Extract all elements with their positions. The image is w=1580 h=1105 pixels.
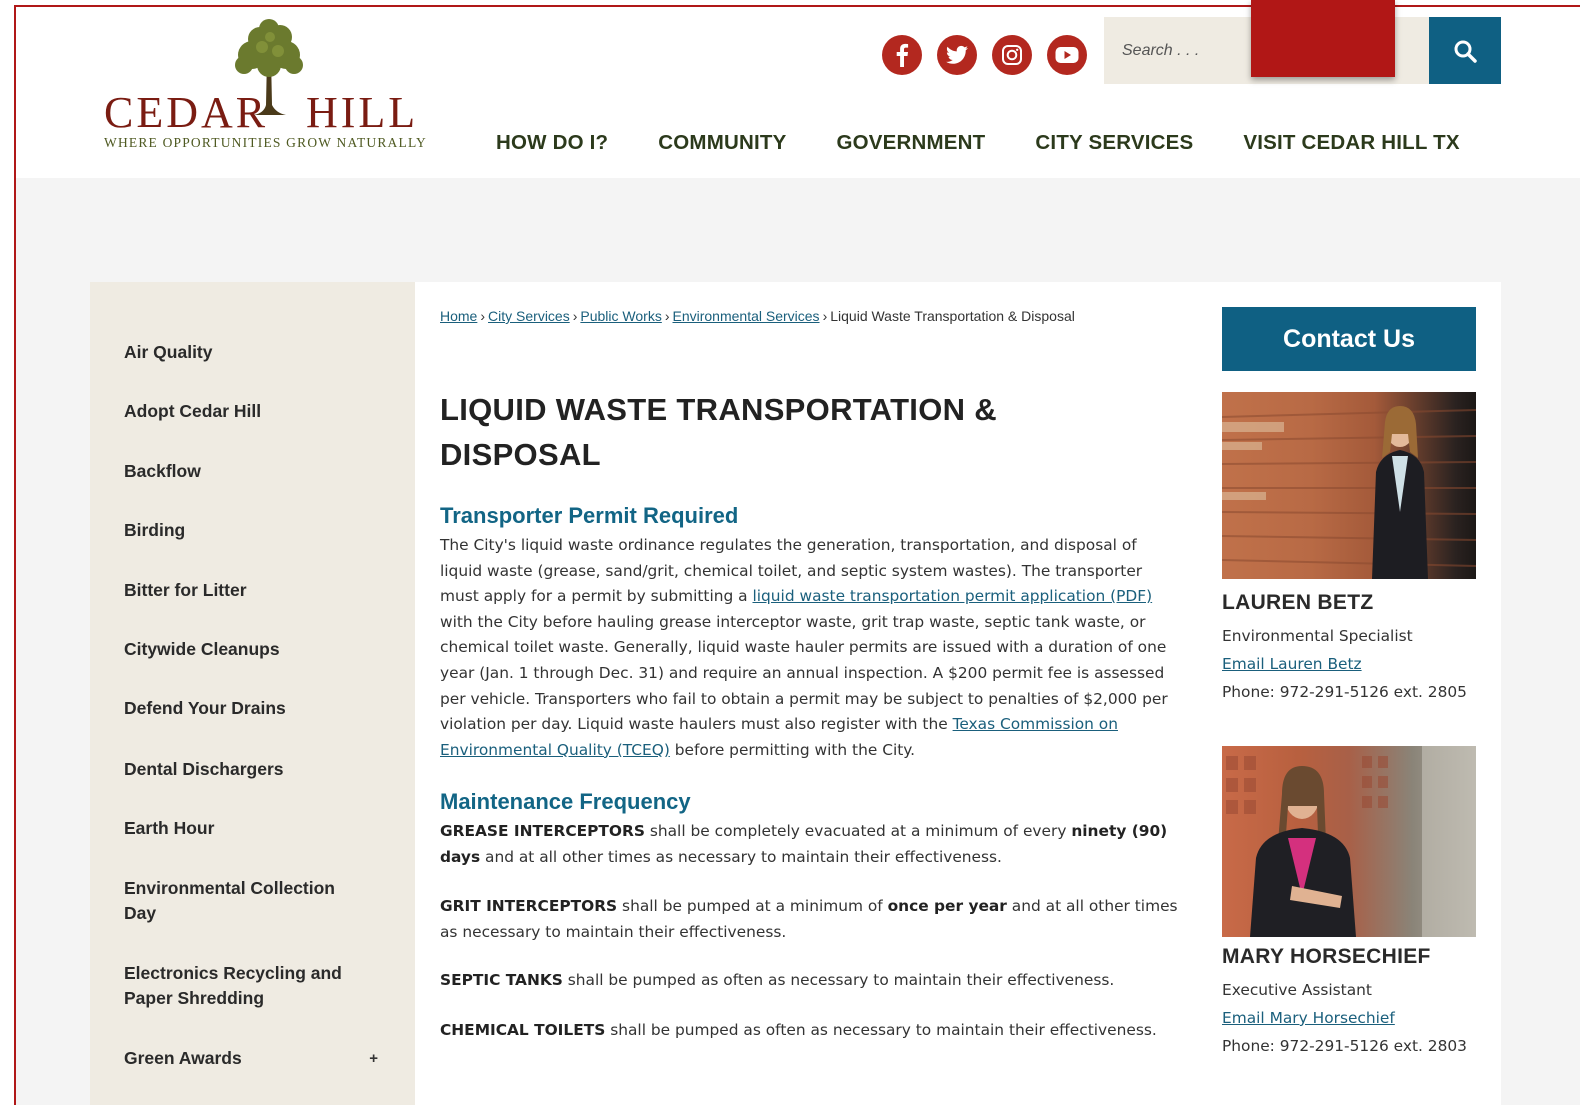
grease-text: shall be completely evacuated at a minim… xyxy=(644,822,1072,840)
main-content: Home › City Services › Public Works › Environm… xyxy=(440,305,1180,1039)
search-button[interactable] xyxy=(1429,17,1501,84)
grease-paragraph: GREASE INTERCEPTORS shall be completely … xyxy=(440,819,1180,870)
twitter-icon[interactable] xyxy=(937,35,977,75)
sidebar-item-air-quality[interactable]: Air Quality xyxy=(124,340,404,365)
person-phone: Phone: 972-291-5126 ext. 2805 xyxy=(1222,683,1467,701)
sidebar-item-citywide-cleanups[interactable]: Citywide Cleanups xyxy=(124,637,404,662)
breadcrumb-separator: › xyxy=(572,308,578,324)
contact-column: Contact Us LAUREN BETZ Environmental Spe… xyxy=(1222,307,1476,1055)
sidebar-nav: Air Quality Adopt Cedar Hill Backflow Bi… xyxy=(90,282,415,1105)
sidebar-item-earth-hour[interactable]: Earth Hour xyxy=(124,816,404,841)
email-link[interactable]: Email Mary Horsechief xyxy=(1222,1009,1395,1027)
person-name: LAUREN BETZ xyxy=(1222,591,1374,614)
person-email: Email Lauren Betz xyxy=(1222,655,1476,673)
sidebar-item-birding[interactable]: Birding xyxy=(124,518,404,543)
person-email: Email Mary Horsechief xyxy=(1222,1009,1476,1027)
sidebar-item-environmental-collection-day[interactable]: Environmental Collection Day xyxy=(124,876,364,926)
sidebar-item-bitter-for-litter[interactable]: Bitter for Litter xyxy=(124,578,404,603)
sidebar-item-dental-dischargers[interactable]: Dental Dischargers xyxy=(124,757,404,782)
nav-city-services[interactable]: CITY SERVICES xyxy=(1035,131,1193,155)
svg-text:WHERE OPPORTUNITIES GROW NATUR: WHERE OPPORTUNITIES GROW NATURALLY xyxy=(104,135,427,150)
nav-government[interactable]: GOVERNMENT xyxy=(836,131,985,155)
chemical-label: CHEMICAL TOILETS xyxy=(440,1020,606,1039)
svg-text:HILL: HILL xyxy=(306,88,418,137)
grease-label: GREASE INTERCEPTORS xyxy=(440,822,645,840)
accent-tab[interactable] xyxy=(1251,0,1395,77)
septic-label: SEPTIC TANKS xyxy=(440,971,563,990)
nav-community[interactable]: COMMUNITY xyxy=(658,131,786,155)
social-links xyxy=(882,35,1087,75)
grit-text: shall be pumped at a minimum of xyxy=(617,897,888,916)
nav-visit-cedar-hill[interactable]: VISIT CEDAR HILL TX xyxy=(1243,131,1459,155)
breadcrumb: Home › City Services › Public Works › Environm… xyxy=(440,305,1080,327)
sidebar-item-backflow[interactable]: Backflow xyxy=(124,459,404,484)
grit-frequency: once per year xyxy=(887,897,1007,916)
grit-label: GRIT INTERCEPTORS xyxy=(440,897,618,916)
mary-horsechief-photo xyxy=(1222,746,1476,937)
chemical-text: shall be pumped as often as necessary to… xyxy=(605,1020,1157,1039)
permit-paragraph: The City's liquid waste ordinance regula… xyxy=(440,533,1180,763)
septic-paragraph: SEPTIC TANKS shall be pumped as often as… xyxy=(440,968,1180,994)
sidebar-item-adopt-cedar-hill[interactable]: Adopt Cedar Hill xyxy=(124,399,404,424)
breadcrumb-public-works[interactable]: Public Works xyxy=(580,308,661,324)
email-link[interactable]: Email Lauren Betz xyxy=(1222,655,1362,673)
breadcrumb-city-services[interactable]: City Services xyxy=(488,308,570,324)
main-nav: HOW DO I? COMMUNITY GOVERNMENT CITY SERV… xyxy=(496,131,1460,155)
chemical-paragraph: CHEMICAL TOILETS shall be pumped as ofte… xyxy=(440,1018,1180,1044)
youtube-icon[interactable] xyxy=(1047,35,1087,75)
sidebar-item-green-awards[interactable]: Green Awards + xyxy=(124,1046,396,1071)
sidebar-item-defend-your-drains[interactable]: Defend Your Drains xyxy=(124,696,404,721)
breadcrumb-current: Liquid Waste Transportation & Disposal xyxy=(830,308,1075,324)
permit-text: before permitting with the City. xyxy=(669,740,916,759)
person-phone: Phone: 972-291-5126 ext. 2803 xyxy=(1222,1037,1467,1055)
page-title: LIQUID WASTE TRANSPORTATION & DISPOSAL xyxy=(440,392,997,472)
septic-text: shall be pumped as often as necessary to… xyxy=(562,971,1115,990)
permit-application-link[interactable]: liquid waste transportation permit appli… xyxy=(752,587,1152,605)
breadcrumb-separator: › xyxy=(822,308,828,324)
lauren-betz-photo xyxy=(1222,392,1476,579)
sidebar-item-label: Green Awards xyxy=(124,1048,242,1068)
sidebar-item-electronics-recycling[interactable]: Electronics Recycling and Paper Shreddin… xyxy=(124,961,364,1011)
person-name: MARY HORSECHIEF xyxy=(1222,945,1431,968)
svg-text:CEDAR: CEDAR xyxy=(104,88,268,137)
facebook-icon[interactable] xyxy=(882,35,922,75)
cedar-hill-logo[interactable]: CEDAR HILL WHERE OPPORTUNITIES GROW NATU… xyxy=(104,17,434,152)
breadcrumb-environmental-services[interactable]: Environmental Services xyxy=(673,308,820,324)
breadcrumb-home[interactable]: Home xyxy=(440,308,477,324)
person-role: Executive Assistant xyxy=(1222,981,1372,999)
grit-paragraph: GRIT INTERCEPTORS shall be pumped at a m… xyxy=(440,894,1180,945)
section-heading-permit: Transporter Permit Required xyxy=(440,503,739,528)
person-role: Environmental Specialist xyxy=(1222,627,1413,645)
section-heading-maintenance: Maintenance Frequency xyxy=(440,789,691,814)
nav-how-do-i[interactable]: HOW DO I? xyxy=(496,131,608,155)
breadcrumb-separator: › xyxy=(664,308,670,324)
grease-text: and at all other times as necessary to m… xyxy=(480,847,1002,866)
breadcrumb-separator: › xyxy=(480,308,486,324)
instagram-icon[interactable] xyxy=(992,35,1032,75)
search-icon xyxy=(1454,40,1477,63)
contact-us-button[interactable]: Contact Us xyxy=(1222,307,1476,371)
expand-icon[interactable]: + xyxy=(369,1046,378,1071)
